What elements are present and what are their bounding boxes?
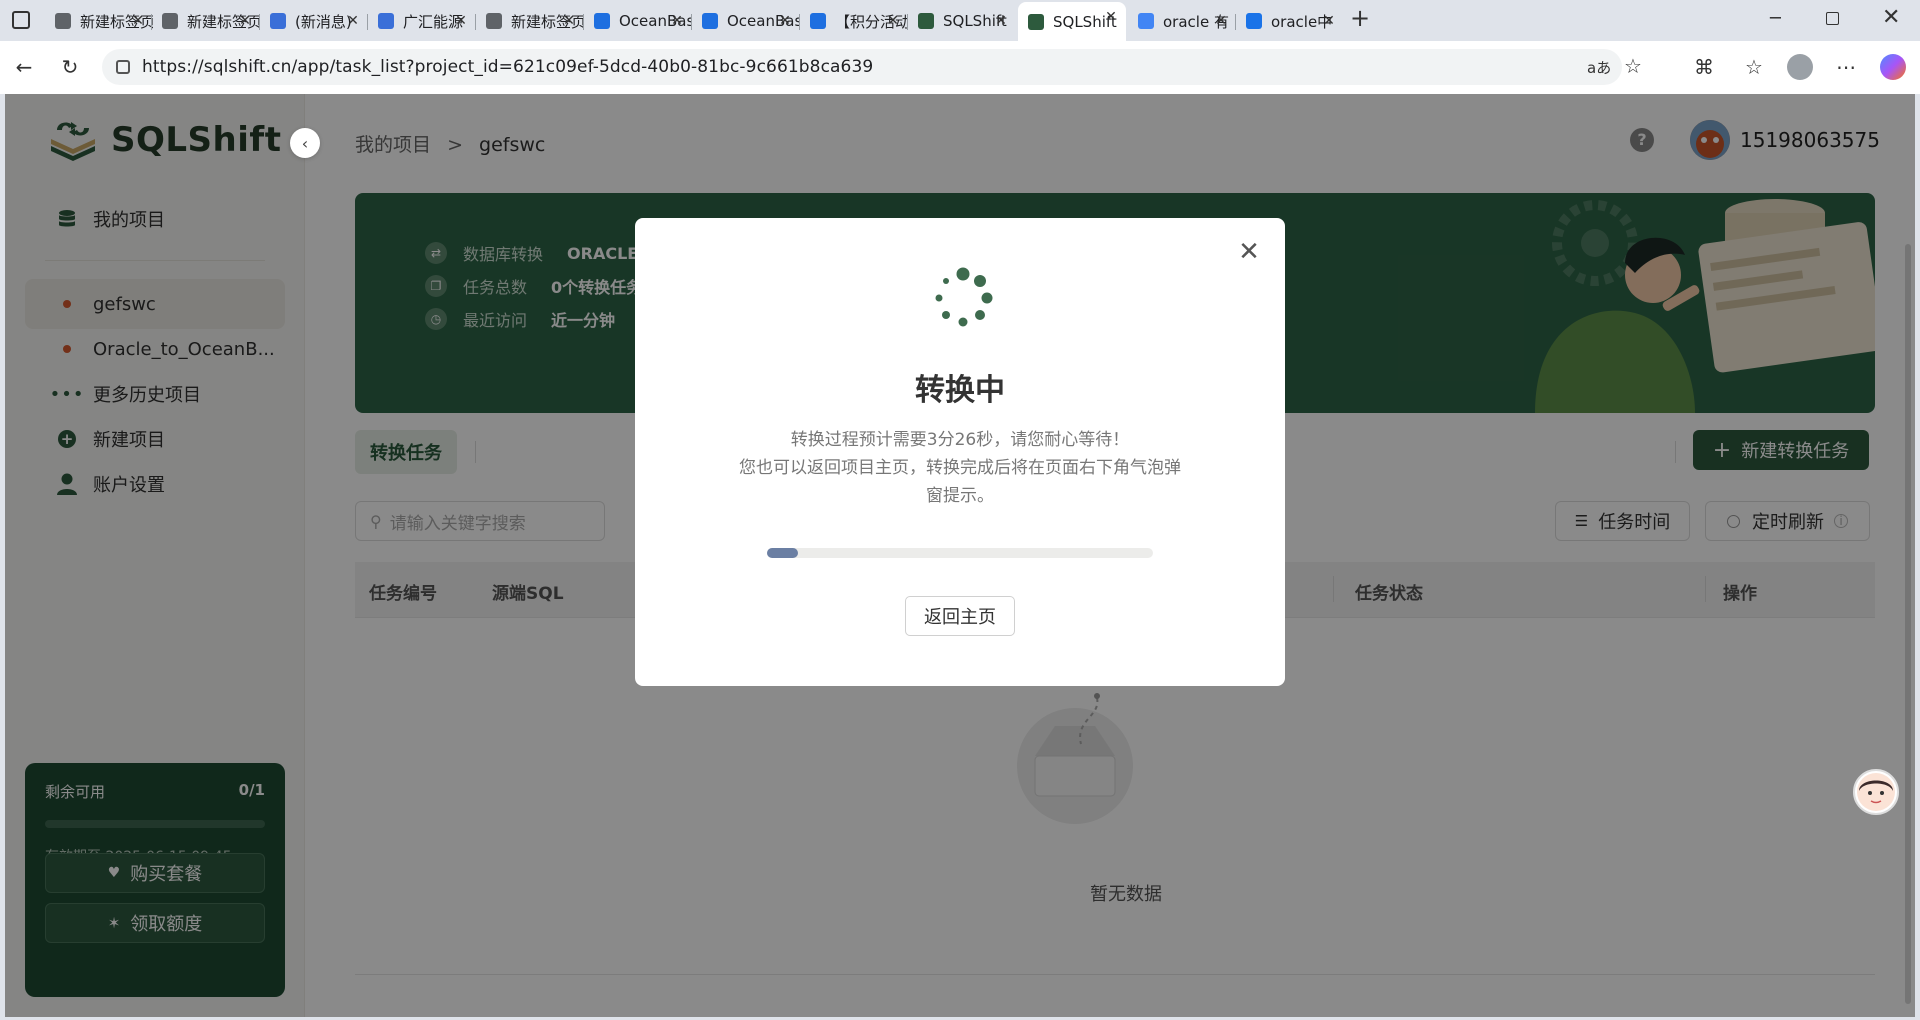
- modal-description: 转换过程预计需要3分26秒，请您耐心等待！ 您也可以返回项目主页，转换完成后将在…: [735, 426, 1185, 510]
- tab-separator: [259, 14, 260, 30]
- reload-icon[interactable]: ↻: [56, 54, 84, 80]
- swirl-icon: [270, 13, 286, 29]
- more-menu-icon[interactable]: ⋯: [1832, 54, 1860, 80]
- favorite-star-icon[interactable]: ☆: [1624, 54, 1642, 78]
- close-tab-icon[interactable]: ✕: [1212, 12, 1230, 30]
- modal-title: 转换中: [915, 373, 1005, 408]
- sqlshift-icon: [1028, 13, 1044, 30]
- browser-tab[interactable]: 广汇能源 ✕: [368, 6, 476, 36]
- close-tab-icon[interactable]: ✕: [1320, 12, 1338, 30]
- chevron-left-icon: ‹: [301, 133, 309, 153]
- browser-tab[interactable]: oracle中 ✕: [1236, 6, 1344, 36]
- modal-line-1: 转换过程预计需要3分26秒，请您耐心等待！: [790, 430, 1130, 450]
- assistant-face-icon: [1857, 773, 1895, 811]
- swirl-icon: [378, 13, 394, 29]
- oceanbase-icon: [702, 13, 718, 29]
- close-tab-icon[interactable]: ✕: [884, 12, 902, 30]
- close-tab-icon[interactable]: ✕: [560, 12, 578, 30]
- collapse-sidebar-button[interactable]: ‹: [290, 128, 320, 158]
- back-home-button[interactable]: 返回主页: [905, 596, 1015, 636]
- close-tab-icon[interactable]: ✕: [992, 12, 1010, 30]
- tab-separator: [1235, 14, 1236, 30]
- sqlshift-icon: [918, 13, 934, 29]
- tab-separator: [583, 14, 584, 30]
- url-text: https://sqlshift.cn/app/task_list?projec…: [142, 57, 874, 77]
- browser-tab-strip: 新建标签页✕新建标签页✕(新消息)✕广汇能源✕新建标签页✕OceanBase✕O…: [0, 0, 1920, 41]
- tab-separator: [907, 14, 908, 30]
- profile-icon[interactable]: [1787, 54, 1813, 80]
- favorites-icon[interactable]: ☆: [1740, 54, 1768, 80]
- loading-spinner-icon: [935, 267, 993, 327]
- close-tab-icon[interactable]: ✕: [1102, 8, 1120, 26]
- tab-separator: [367, 14, 368, 30]
- assistant-avatar-button[interactable]: [1853, 769, 1899, 815]
- browser-tab[interactable]: 【积分活动】✕: [800, 6, 908, 36]
- restore-button[interactable]: [1826, 12, 1839, 25]
- page-icon: [486, 13, 502, 29]
- close-tab-icon[interactable]: ✕: [668, 12, 686, 30]
- browser-toolbar: ← ↻ https://sqlshift.cn/app/task_list?pr…: [0, 41, 1920, 94]
- globe-icon: [1246, 13, 1262, 29]
- close-tab-icon[interactable]: ✕: [776, 12, 794, 30]
- tab-separator: [691, 14, 692, 30]
- browser-tab[interactable]: OceanBase✕: [584, 6, 692, 36]
- converting-modal: ✕ 转换中 转换过程预计需要3分26秒，请您耐心等待！ 您也可以返回项目主页，转…: [635, 218, 1285, 686]
- google-icon: [1138, 13, 1154, 29]
- extensions-icon[interactable]: ⌘: [1690, 54, 1718, 80]
- browser-tab[interactable]: 新建标签页 ✕: [45, 6, 153, 36]
- tab-actions-icon[interactable]: [12, 11, 30, 29]
- browser-tab[interactable]: 新建标签页 ✕: [152, 6, 260, 36]
- address-bar[interactable]: https://sqlshift.cn/app/task_list?projec…: [102, 49, 1642, 85]
- new-tab-button[interactable]: +: [1350, 4, 1370, 32]
- close-window-button[interactable]: ✕: [1882, 5, 1900, 30]
- back-icon[interactable]: ←: [10, 54, 38, 80]
- modal-line-2: 您也可以返回项目主页，转换完成后将在页面右下角气泡弹窗提示。: [739, 458, 1181, 506]
- close-tab-icon[interactable]: ✕: [452, 12, 470, 30]
- page-icon: [162, 13, 178, 29]
- minimize-button[interactable]: ─: [1770, 8, 1781, 29]
- tab-separator: [799, 14, 800, 30]
- close-icon[interactable]: ✕: [1235, 238, 1263, 266]
- oceanbase-icon: [810, 13, 826, 29]
- page-icon: [55, 13, 71, 29]
- close-tab-icon[interactable]: ✕: [236, 12, 254, 30]
- browser-tab[interactable]: 新建标签页 ✕: [476, 6, 584, 36]
- conversion-progress-bar: [767, 548, 1153, 558]
- tab-separator: [151, 14, 152, 30]
- close-tab-icon[interactable]: ✕: [344, 12, 362, 30]
- browser-tab[interactable]: (新消息) ✕: [260, 6, 368, 36]
- browser-tab[interactable]: oracle 有 ✕: [1128, 6, 1236, 36]
- progress-fill: [767, 548, 798, 558]
- browser-tab[interactable]: SQLShift ✕: [1018, 2, 1126, 41]
- oceanbase-icon: [594, 13, 610, 29]
- site-info-icon[interactable]: [116, 60, 130, 74]
- close-tab-icon[interactable]: ✕: [129, 12, 147, 30]
- browser-tab[interactable]: SQLShift ✕: [908, 6, 1016, 36]
- tab-separator: [475, 14, 476, 30]
- copilot-icon[interactable]: [1880, 54, 1906, 80]
- browser-tab[interactable]: OceanBase✕: [692, 6, 800, 36]
- read-aloud-icon[interactable]: aあ: [1587, 57, 1611, 78]
